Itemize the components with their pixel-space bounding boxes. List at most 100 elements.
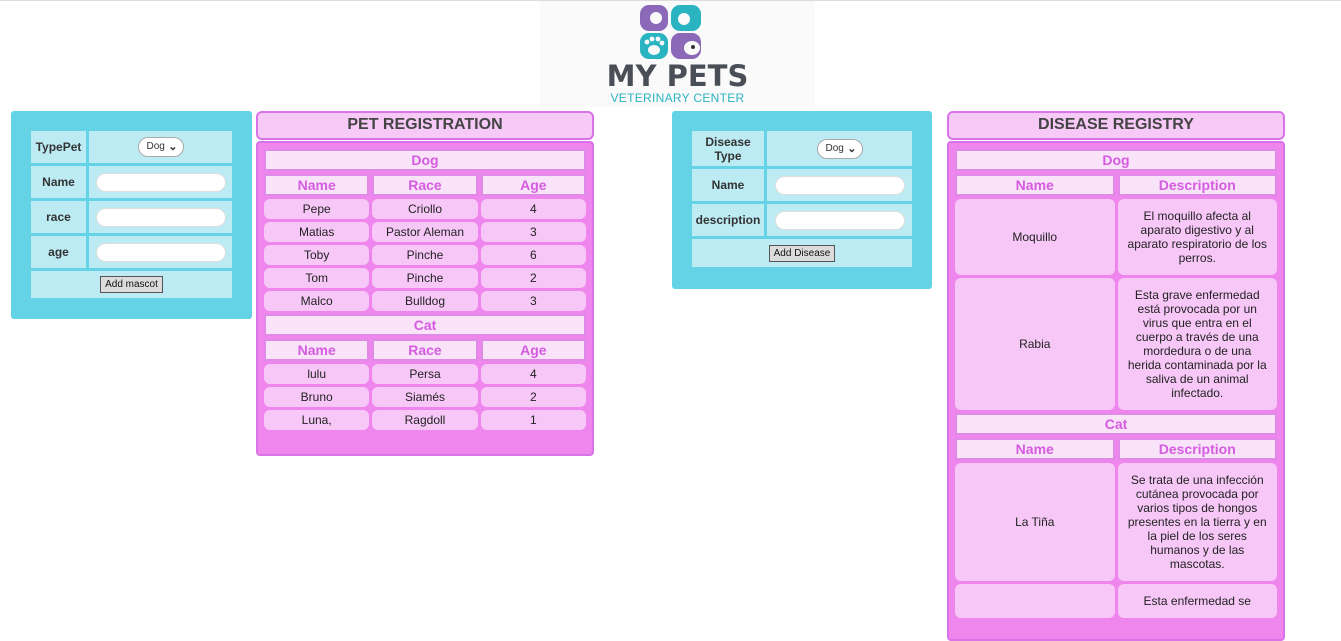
header-row: Name Description bbox=[955, 174, 1277, 196]
column-header: Race bbox=[372, 339, 478, 361]
pets-logo-icon bbox=[640, 5, 701, 59]
group-row: Dog bbox=[955, 149, 1277, 171]
table-cell: 1 bbox=[480, 410, 586, 430]
table-cell: Moquillo bbox=[955, 199, 1115, 275]
disease-name-input[interactable] bbox=[774, 175, 905, 195]
table-row: Matias Pastor Aleman 3 bbox=[264, 222, 586, 242]
table-row: Rabia Esta grave enfermedad está provocad… bbox=[955, 278, 1277, 410]
disease-form-table: Disease Type Dog ⌄ Name description Add … bbox=[689, 128, 915, 270]
table-row: Tom Pinche 2 bbox=[264, 268, 586, 288]
table-cell: Luna, bbox=[264, 410, 370, 430]
disease-description-label: description bbox=[692, 204, 764, 236]
table-cell: Malco bbox=[264, 291, 370, 311]
add-disease-button[interactable]: Add Disease bbox=[768, 244, 836, 262]
table-row: Bruno Siamés 2 bbox=[264, 387, 586, 407]
table-cell bbox=[955, 584, 1115, 618]
table-cell: Pastor Aleman bbox=[372, 222, 478, 242]
column-header: Age bbox=[480, 339, 586, 361]
table-row: Esta enfermedad se bbox=[955, 584, 1277, 618]
column-header: Name bbox=[264, 174, 370, 196]
table-row: Luna, Ragdoll 1 bbox=[264, 410, 586, 430]
table-row: Moquillo El moquillo afecta al aparato di… bbox=[955, 199, 1277, 275]
group-row: Dog bbox=[264, 149, 586, 171]
table-row: La Tiña Se trata de una infección cutánea… bbox=[955, 463, 1277, 581]
pet-race-input[interactable] bbox=[95, 207, 226, 227]
chevron-down-icon: ⌄ bbox=[168, 141, 178, 153]
group-title: Cat bbox=[955, 413, 1277, 435]
table-row: Toby Pinche 6 bbox=[264, 245, 586, 265]
column-header: Race bbox=[372, 174, 478, 196]
table-cell: Matias bbox=[264, 222, 370, 242]
group-row: Cat bbox=[955, 413, 1277, 435]
disease-registry-title: DISEASE REGISTRY bbox=[947, 111, 1285, 140]
table-cell: 4 bbox=[480, 199, 586, 219]
logo-title: MY PETS bbox=[606, 59, 749, 93]
table-cell: Toby bbox=[264, 245, 370, 265]
disease-name-label: Name bbox=[692, 169, 764, 201]
table-cell: 2 bbox=[480, 268, 586, 288]
table-cell: 6 bbox=[480, 245, 586, 265]
group-title: Dog bbox=[955, 149, 1277, 171]
chevron-down-icon: ⌄ bbox=[847, 142, 857, 155]
table-cell: Rabia bbox=[955, 278, 1115, 410]
disease-type-label: Disease Type bbox=[692, 131, 764, 166]
table-cell: Persa bbox=[372, 364, 478, 384]
table-cell: 3 bbox=[480, 291, 586, 311]
table-cell: Esta enfermedad se bbox=[1117, 584, 1277, 618]
group-title: Dog bbox=[264, 149, 586, 171]
group-title: Cat bbox=[264, 314, 586, 336]
header-row: Name Description bbox=[955, 438, 1277, 460]
table-cell: Esta grave enfermedad está provocada por… bbox=[1117, 278, 1277, 410]
column-header: Name bbox=[264, 339, 370, 361]
table-cell: 2 bbox=[480, 387, 586, 407]
pet-age-input[interactable] bbox=[95, 242, 226, 262]
pet-form-table: TypePet Dog ⌄ Name race age Add mascot bbox=[28, 128, 235, 301]
disease-registry: Dog Name Description Moquillo El moquillo af… bbox=[947, 141, 1285, 641]
table-cell: 3 bbox=[480, 222, 586, 242]
logo: MY PETS VETERINARY CENTER bbox=[540, 1, 815, 107]
pet-registry-table: Dog Name Race Age Pepe Criollo 4 Matias Pastor A… bbox=[261, 146, 589, 433]
table-cell: Pinche bbox=[372, 245, 478, 265]
logo-subtitle: VETERINARY CENTER bbox=[610, 91, 745, 105]
add-mascot-button[interactable]: Add mascot bbox=[100, 276, 163, 293]
table-row: Pepe Criollo 4 bbox=[264, 199, 586, 219]
table-cell: El moquillo afecta al aparato digestivo … bbox=[1117, 199, 1277, 275]
table-cell: Bruno bbox=[264, 387, 370, 407]
header-row: Name Race Age bbox=[264, 339, 586, 361]
table-row: Malco Bulldog 3 bbox=[264, 291, 586, 311]
table-cell: Tom bbox=[264, 268, 370, 288]
group-row: Cat bbox=[264, 314, 586, 336]
typepet-select-value: Dog bbox=[146, 141, 165, 152]
typepet-label: TypePet bbox=[31, 131, 86, 163]
disease-form: Disease Type Dog ⌄ Name description Add … bbox=[672, 111, 932, 289]
typepet-select[interactable]: Dog ⌄ bbox=[137, 137, 184, 157]
disease-type-select[interactable]: Dog ⌄ bbox=[816, 138, 863, 159]
table-cell: Bulldog bbox=[372, 291, 478, 311]
race-label: race bbox=[31, 201, 86, 233]
pet-registry-title: PET REGISTRATION bbox=[256, 111, 594, 140]
table-cell: Ragdoll bbox=[372, 410, 478, 430]
pet-form: TypePet Dog ⌄ Name race age Add mascot bbox=[11, 111, 252, 319]
table-cell: 4 bbox=[480, 364, 586, 384]
table-cell: La Tiña bbox=[955, 463, 1115, 581]
column-header: Age bbox=[480, 174, 586, 196]
disease-description-input[interactable] bbox=[774, 210, 905, 230]
name-label: Name bbox=[31, 166, 86, 198]
table-cell: Criollo bbox=[372, 199, 478, 219]
column-header: Name bbox=[955, 174, 1115, 196]
table-cell: Se trata de una infección cutánea provoc… bbox=[1117, 463, 1277, 581]
column-header: Name bbox=[955, 438, 1115, 460]
age-label: age bbox=[31, 236, 86, 268]
header-row: Name Race Age bbox=[264, 174, 586, 196]
table-cell: Siamés bbox=[372, 387, 478, 407]
pet-registry: Dog Name Race Age Pepe Criollo 4 Matias Pastor A… bbox=[256, 141, 594, 456]
disease-registry-table: Dog Name Description Moquillo El moquillo af… bbox=[952, 146, 1280, 621]
table-cell: Pepe bbox=[264, 199, 370, 219]
table-row: lulu Persa 4 bbox=[264, 364, 586, 384]
table-cell: Pinche bbox=[372, 268, 478, 288]
column-header: Description bbox=[1117, 438, 1277, 460]
column-header: Description bbox=[1117, 174, 1277, 196]
pet-name-input[interactable] bbox=[95, 172, 226, 192]
disease-type-select-value: Dog bbox=[825, 142, 844, 154]
table-cell: lulu bbox=[264, 364, 370, 384]
